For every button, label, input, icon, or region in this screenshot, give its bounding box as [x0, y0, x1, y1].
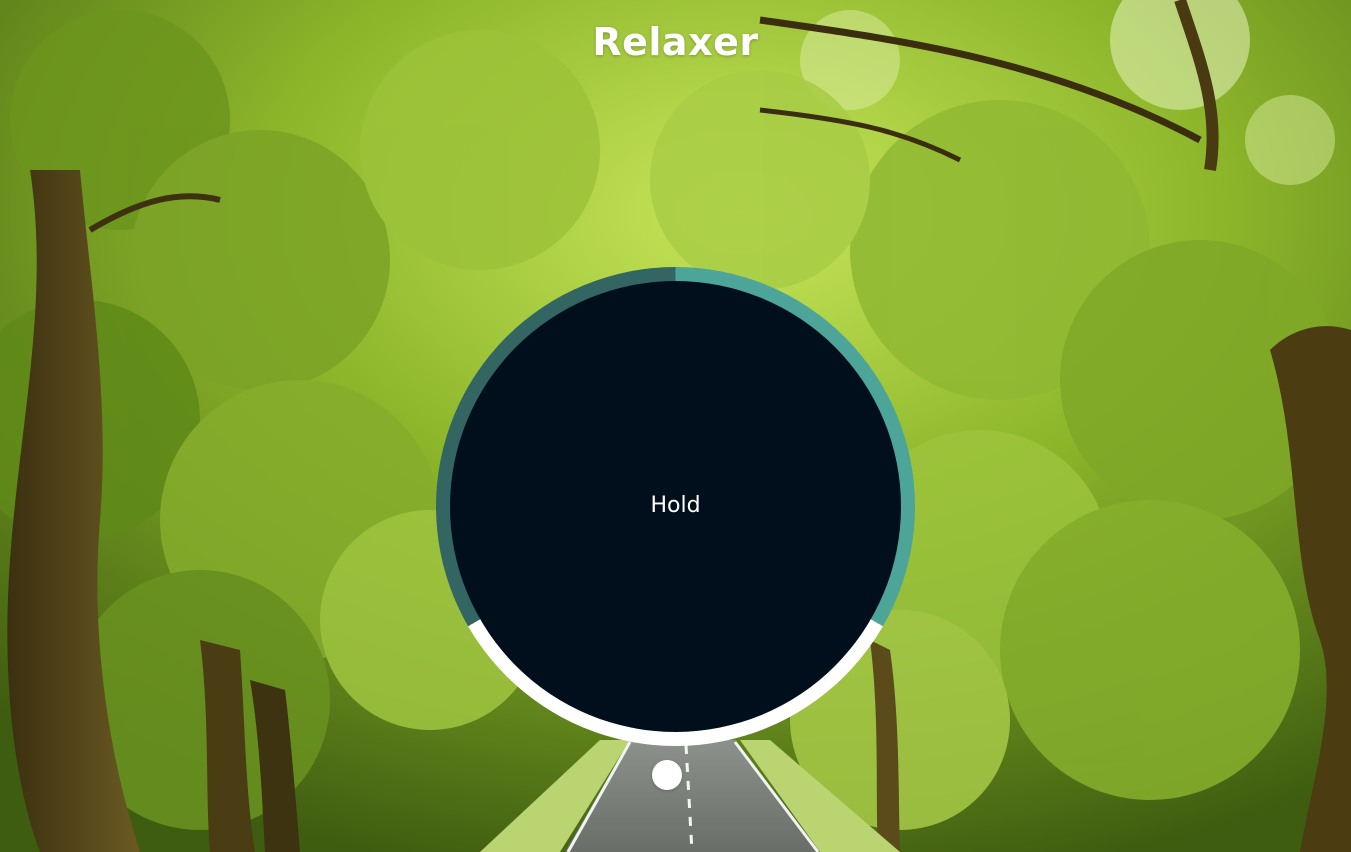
progress-pointer-dot: [652, 760, 682, 790]
breathing-status-label: Hold: [650, 493, 701, 518]
app-title: Relaxer: [592, 20, 759, 64]
breathing-circle-inner: Hold: [450, 281, 901, 732]
breathing-circle: Hold: [436, 267, 915, 746]
